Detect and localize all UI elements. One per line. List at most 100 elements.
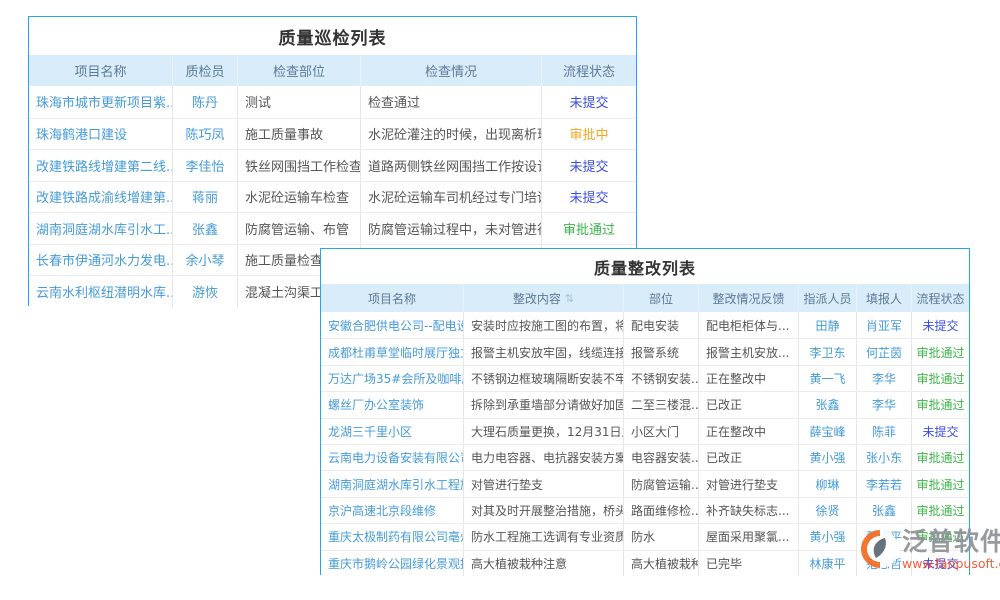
person-link[interactable]: 张鑫	[857, 498, 912, 523]
person-link[interactable]: 黄小强	[799, 445, 857, 470]
text-cell: 水泥砼运输车司机经过专门培训...	[361, 182, 542, 213]
status-badge: 审批通过	[912, 392, 969, 417]
person-link[interactable]: 李华	[857, 366, 912, 391]
person-link[interactable]: 陈丹	[173, 86, 238, 118]
text-cell: 对管进行垫支	[699, 471, 799, 496]
quality-rectification-header-row: 项目名称整改内容⇅部位整改情况反馈指派人员填报人流程状态	[321, 284, 969, 312]
person-link[interactable]: 徐贤	[799, 498, 857, 523]
table-row: 重庆市鹅岭公园绿化景观提升...高大植被栽种注意高大植被栽种已完毕林康平范思哲未…	[321, 550, 969, 576]
project-name-link[interactable]: 重庆市鹅岭公园绿化景观提升...	[321, 551, 464, 576]
project-name-link[interactable]: 长春市伊通河水力发电...	[29, 245, 173, 276]
project-name-link[interactable]: 龙湖三千里小区	[321, 419, 464, 444]
person-link[interactable]: 张鑫	[173, 213, 238, 244]
project-name-link[interactable]: 重庆太极制药有限公司亳州中...	[321, 524, 464, 549]
person-link[interactable]: 何芷茵	[857, 339, 912, 364]
status-badge: 审批通过	[912, 339, 969, 364]
column-header-label: 项目名称	[368, 290, 416, 307]
column-header-inspection-3: 检查情况	[361, 55, 542, 86]
person-link[interactable]: 董清平	[857, 524, 912, 549]
person-link[interactable]: 薛宝峰	[799, 419, 857, 444]
person-link[interactable]: 张小东	[857, 445, 912, 470]
person-link[interactable]: 柳琳	[799, 471, 857, 496]
project-name-link[interactable]: 成都杜甫草堂临时展厅独立展...	[321, 339, 464, 364]
text-cell: 不锈钢边框玻璃隔断安装不牢...	[464, 366, 624, 391]
column-header-rectification-4: 指派人员	[799, 284, 857, 312]
text-cell: 对其及时开展整治措施，桥头...	[464, 498, 624, 523]
project-name-link[interactable]: 改建铁路成渝线增建第...	[29, 182, 173, 213]
text-cell: 报警主机安放牢固，线缆连接...	[464, 339, 624, 364]
table-row: 成都杜甫草堂临时展厅独立展...报警主机安放牢固，线缆连接...报警系统报警主机…	[321, 338, 969, 364]
table-row: 湖南洞庭湖水库引水工程施工I标对管进行垫支防腐管运输...对管进行垫支柳琳李若若…	[321, 470, 969, 496]
column-header-label: 项目名称	[74, 61, 126, 80]
column-header-rectification-6: 流程状态	[912, 284, 969, 312]
text-cell: 防腐管运输、布管	[238, 213, 361, 244]
table-row: 湖南洞庭湖水库引水工...张鑫防腐管运输、布管防腐管运输过程中，未对管进行...…	[29, 212, 636, 244]
text-cell: 防水工程施工选调有专业资质...	[464, 524, 624, 549]
column-header-rectification-1[interactable]: 整改内容 ⇅	[464, 284, 624, 312]
text-cell: 二至三楼混...	[624, 392, 699, 417]
person-link[interactable]: 李若若	[857, 471, 912, 496]
status-badge: 未提交	[542, 182, 636, 213]
person-link[interactable]: 黄一飞	[799, 366, 857, 391]
project-name-link[interactable]: 京沪高速北京段维修	[321, 498, 464, 523]
person-link[interactable]: 余小琴	[173, 245, 238, 276]
project-name-link[interactable]: 改建铁路线增建第二线...	[29, 150, 173, 181]
status-badge: 审批中	[542, 119, 636, 150]
project-name-link[interactable]: 珠海鹤港口建设	[29, 119, 173, 150]
person-link[interactable]: 李佳怡	[173, 150, 238, 181]
text-cell: 小区大门	[624, 419, 699, 444]
table-row: 京沪高速北京段维修对其及时开展整治措施，桥头...路面维修检...补齐缺失标志.…	[321, 497, 969, 523]
project-name-link[interactable]: 螺丝厂办公室装饰	[321, 392, 464, 417]
person-link[interactable]: 李卫东	[799, 339, 857, 364]
column-header-inspection-1: 质检员	[173, 55, 238, 86]
column-header-rectification-2: 部位	[624, 284, 699, 312]
person-link[interactable]: 陈巧凤	[173, 119, 238, 150]
status-badge: 审批通过	[912, 445, 969, 470]
text-cell: 补齐缺失标志...	[699, 498, 799, 523]
project-name-link[interactable]: 云南电力设备安装有限公司20...	[321, 445, 464, 470]
status-badge: 审批通过	[912, 366, 969, 391]
text-cell: 正在整改中	[699, 366, 799, 391]
text-cell: 大理石质量更换，12月31日之...	[464, 419, 624, 444]
text-cell: 拆除到承重墙部分请做好加固...	[464, 392, 624, 417]
text-cell: 报警系统	[624, 339, 699, 364]
project-name-link[interactable]: 湖南洞庭湖水库引水工...	[29, 213, 173, 244]
column-header-label: 流程状态	[563, 61, 615, 80]
text-cell: 路面维修检...	[624, 498, 699, 523]
project-name-link[interactable]: 珠海市城市更新项目紫...	[29, 86, 173, 118]
project-name-link[interactable]: 湖南洞庭湖水库引水工程施工I标	[321, 471, 464, 496]
column-header-label: 流程状态	[916, 290, 964, 307]
text-cell: 水泥砼运输车检查	[238, 182, 361, 213]
text-cell: 配电柜柜体与...	[699, 312, 799, 338]
person-link[interactable]: 肖亚军	[857, 312, 912, 338]
person-link[interactable]: 陈菲	[857, 419, 912, 444]
table-row: 改建铁路成渝线增建第...蒋丽水泥砼运输车检查水泥砼运输车司机经过专门培训...…	[29, 181, 636, 213]
text-cell: 高大植被栽种注意	[464, 551, 624, 576]
project-name-link[interactable]: 万达广场35#会所及咖啡厅空...	[321, 366, 464, 391]
table-row: 螺丝厂办公室装饰拆除到承重墙部分请做好加固...二至三楼混...已改正张鑫李华审…	[321, 391, 969, 417]
text-cell: 报警主机安放...	[699, 339, 799, 364]
person-link[interactable]: 范思哲	[857, 551, 912, 576]
sort-icon[interactable]: ⇅	[565, 293, 574, 304]
person-link[interactable]: 游恢	[173, 276, 238, 307]
column-header-label: 填报人	[866, 290, 902, 307]
text-cell: 水泥砼灌注的时候，出现离析现象	[361, 119, 542, 150]
person-link[interactable]: 蒋丽	[173, 182, 238, 213]
column-header-inspection-2: 检查部位	[238, 55, 361, 86]
column-header-label: 整改内容	[513, 290, 561, 307]
text-cell: 道路两侧铁丝网围挡工作按设计...	[361, 150, 542, 181]
project-name-link[interactable]: 安徽合肥供电公司--配电设备...	[321, 312, 464, 338]
person-link[interactable]: 黄小强	[799, 524, 857, 549]
text-cell: 已完毕	[699, 551, 799, 576]
status-badge: 未提交	[912, 419, 969, 444]
text-cell: 屋面采用聚氯...	[699, 524, 799, 549]
table-row: 云南电力设备安装有限公司20...电力电容器、电抗器安装方案,...电容器安装.…	[321, 444, 969, 470]
project-name-link[interactable]: 云南水利枢纽潜明水库...	[29, 276, 173, 307]
person-link[interactable]: 田静	[799, 312, 857, 338]
column-header-label: 指派人员	[803, 290, 851, 307]
person-link[interactable]: 林康平	[799, 551, 857, 576]
person-link[interactable]: 李华	[857, 392, 912, 417]
text-cell: 安装时应按施工图的布置，将...	[464, 312, 624, 338]
person-link[interactable]: 张鑫	[799, 392, 857, 417]
status-badge: 审批通过	[912, 498, 969, 523]
